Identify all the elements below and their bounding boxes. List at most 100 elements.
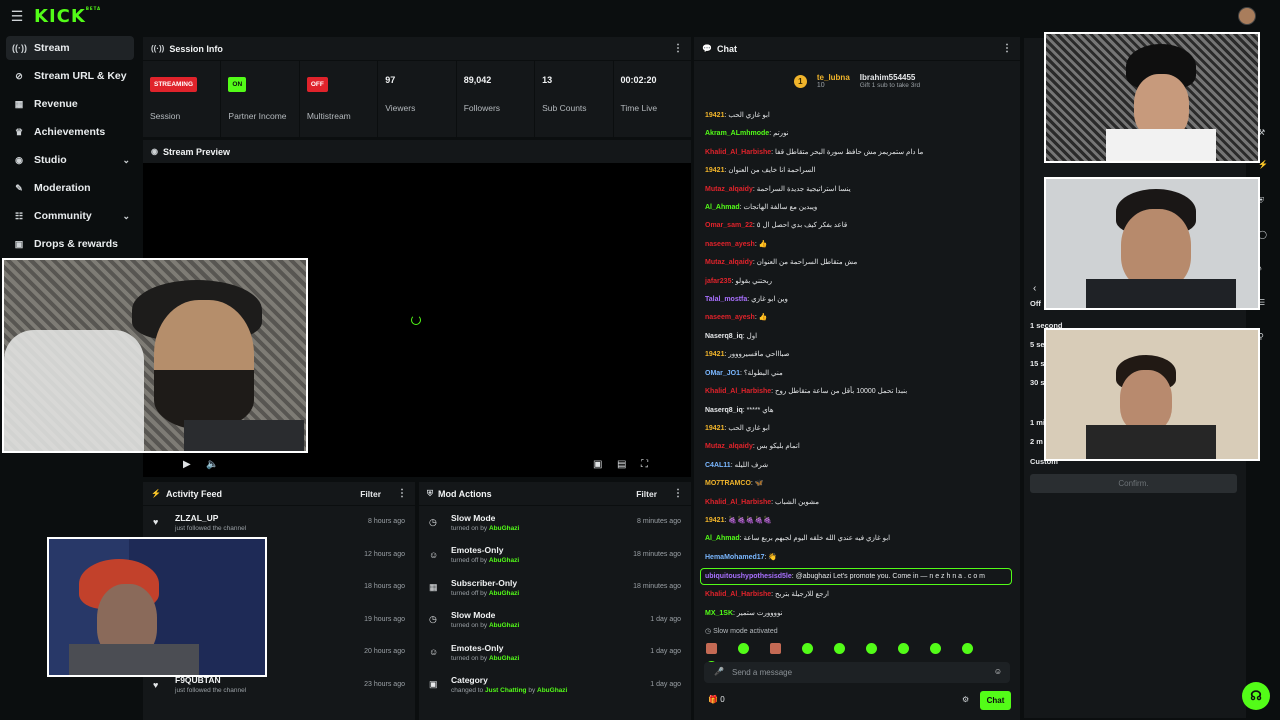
gift-count[interactable]: 🎁 0 [708, 695, 725, 704]
chat-message[interactable]: Naserq8_iq: ***** هاي [694, 402, 1020, 420]
chat-username[interactable]: Al_Ahmad [705, 535, 740, 542]
chat-message[interactable]: Mutaz_alqaidy: ينسا استراتيجية جديدة الس… [694, 181, 1020, 199]
chat-message[interactable]: Mutaz_alqaidy: اتمام بليكو بس [694, 438, 1020, 456]
chat-message[interactable]: ubiquitoushypothesisd5le: @abughazi Let'… [700, 568, 1012, 586]
sidebar-item-stream-url-key[interactable]: ⊘ Stream URL & Key [6, 64, 134, 88]
mic-icon[interactable]: 🎤 [714, 667, 724, 676]
slow-mode-option[interactable]: 5 se [1030, 340, 1045, 349]
chat-username[interactable]: MX_1SK [705, 610, 733, 617]
slow-mode-option[interactable]: 30 s [1030, 378, 1045, 387]
chat-message[interactable]: HemaMohamed17: 👋 [694, 549, 1020, 567]
top-gifter-1[interactable]: te_lubna [817, 73, 850, 82]
chat-username[interactable]: Khalid_Al_Harbishe [705, 149, 771, 156]
sidebar-item-drops-rewards[interactable]: ▣ Drops & rewards [6, 232, 134, 256]
list-item[interactable]: ☺ Emotes-Only turned on by AbuGhazi 1 day a… [419, 636, 691, 669]
chat-message[interactable]: OMar_JO1: مني البطولة؟ [694, 365, 1020, 383]
chat-message[interactable]: jafar235: ربحتني بقولو [694, 273, 1020, 291]
chat-username[interactable]: 19421 [705, 425, 724, 432]
emote-icon[interactable] [770, 643, 781, 654]
emote-icon[interactable] [738, 643, 749, 654]
chat-message[interactable]: C4AL11: شرف الليله [694, 457, 1020, 475]
chevron-down-icon[interactable]: ⌄ [122, 211, 130, 222]
slow-mode-option[interactable]: 2 m [1030, 437, 1043, 446]
pip-icon[interactable]: ▣ [593, 459, 602, 470]
chat-input[interactable]: 🎤 Send a message ☺ [704, 662, 1010, 683]
help-chat-icon[interactable]: ☊ [1242, 682, 1270, 710]
chat-username[interactable]: jafar235 [705, 278, 731, 285]
chat-message[interactable]: Akram_ALmhmode: نورتم [694, 125, 1020, 143]
emote-icon[interactable] [866, 643, 877, 654]
chat-message[interactable]: Al_Ahmad: ابو غازي فيه عندي الله خلقه ال… [694, 530, 1020, 548]
chat-settings-icon[interactable]: ⚙ [962, 695, 969, 704]
chat-message[interactable]: 19421: صباااحي ماقسيرووور [694, 346, 1020, 364]
menu-icon[interactable]: ☰ [0, 8, 34, 25]
theater-icon[interactable]: ▤ [617, 459, 626, 470]
back-arrow-icon[interactable]: ‹ [1033, 283, 1036, 294]
chat-message[interactable]: MX_1SK: نوووورت ستمير [694, 605, 1020, 623]
more-options-icon[interactable]: ⋮ [1002, 43, 1012, 54]
kick-logo[interactable]: KICKBETA [34, 6, 101, 27]
chat-username[interactable]: HemaMohamed17 [705, 554, 765, 561]
chat-username[interactable]: Omar_sam_22 [705, 222, 753, 229]
chat-username[interactable]: C4AL11 [705, 462, 731, 469]
more-options-icon[interactable]: ⋮ [673, 43, 683, 54]
chat-username[interactable]: Mutaz_alqaidy [705, 443, 753, 450]
sidebar-item-revenue[interactable]: ▦ Revenue [6, 92, 134, 116]
emote-icon[interactable] [962, 643, 973, 654]
chat-username[interactable]: Mutaz_alqaidy [705, 186, 753, 193]
list-item[interactable]: ▣ Category changed to Just Chatting by Abu… [419, 669, 691, 702]
chat-message[interactable]: Naserq8_iq: اول [694, 328, 1020, 346]
user-avatar[interactable] [1238, 7, 1256, 25]
slow-mode-option[interactable]: 1 mi [1030, 418, 1045, 427]
chat-username[interactable]: naseem_ayesh [705, 241, 755, 248]
chat-username[interactable]: Naserq8_iq [705, 333, 743, 340]
slow-mode-option[interactable]: 15 s [1030, 359, 1045, 368]
chat-username[interactable]: 19421 [705, 517, 724, 524]
more-options-icon[interactable]: ⋮ [673, 488, 683, 499]
chat-message[interactable]: Mutaz_alqaidy: مش متقاطل السراحمة من الع… [694, 254, 1020, 272]
chat-message[interactable]: Khalid_Al_Harbishe: بنبدا تحمل 10000 بأق… [694, 383, 1020, 401]
chat-username[interactable]: OMar_JO1 [705, 370, 740, 377]
chat-username[interactable]: 19421 [705, 167, 724, 174]
chat-message[interactable]: 19421: السراحمة انا خايف من العنوان [694, 162, 1020, 180]
sidebar-item-moderation[interactable]: ✎ Moderation [6, 176, 134, 200]
chat-username[interactable]: 19421 [705, 112, 724, 119]
chat-message[interactable]: Talal_mostfa: وين ابو غازي [694, 291, 1020, 309]
chat-username[interactable]: Naserq8_iq [705, 407, 743, 414]
more-options-icon[interactable]: ⋮ [397, 488, 407, 499]
chat-message[interactable]: Khalid_Al_Harbishe: ارجع للارجيلة بتربح [694, 586, 1020, 604]
volume-icon[interactable]: 🔈 [206, 459, 218, 470]
top-gifter-2[interactable]: Ibrahim554455 [860, 73, 920, 82]
chat-message[interactable]: 19421: ابو غازي الحب [694, 420, 1020, 438]
chat-message[interactable]: Omar_sam_22: قاعد بفكر كيف بدي احصل ال ٥ [694, 217, 1020, 235]
sidebar-item-stream[interactable]: ((·)) Stream [6, 36, 134, 60]
sidebar-item-studio[interactable]: ◉ Studio ⌄ [6, 148, 134, 172]
chat-message[interactable]: naseem_ayesh: 👍 [694, 309, 1020, 327]
list-item[interactable]: ◷ Slow Mode turned on by AbuGhazi 1 day ago [419, 604, 691, 637]
slow-mode-option[interactable]: Off [1030, 299, 1041, 308]
chat-message[interactable]: Khalid_Al_Harbishe: ما دام ستمريمز مش حا… [694, 144, 1020, 162]
list-item[interactable]: ☺ Emotes-Only turned off by AbuGhazi 18 min… [419, 539, 691, 572]
fullscreen-icon[interactable]: ⛶ [641, 459, 648, 470]
activity-filter-button[interactable]: Filter [360, 489, 381, 499]
chat-message[interactable]: Al_Ahmad: ويبدين مع سالفة الهاتجات [694, 199, 1020, 217]
emote-icon[interactable] [930, 643, 941, 654]
chat-username[interactable]: Akram_ALmhmode [705, 130, 769, 137]
chat-username[interactable]: ubiquitoushypothesisd5le [705, 573, 792, 580]
play-icon[interactable]: ▶ [183, 459, 191, 470]
chat-username[interactable]: MO7TRAMCO [705, 480, 751, 487]
mod-filter-button[interactable]: Filter [636, 489, 657, 499]
chat-message[interactable]: naseem_ayesh: 👍 [694, 236, 1020, 254]
send-chat-button[interactable]: Chat [980, 691, 1011, 710]
sidebar-item-community[interactable]: ☷ Community ⌄ [6, 204, 134, 228]
chat-username[interactable]: Khalid_Al_Harbishe [705, 388, 771, 395]
chat-username[interactable]: Khalid_Al_Harbishe [705, 591, 771, 598]
confirm-button[interactable]: Confirm. [1030, 474, 1237, 493]
chat-message[interactable]: 19421: 🍇🍇🍇🍇🍇 [694, 512, 1020, 530]
emote-icon[interactable] [802, 643, 813, 654]
chevron-down-icon[interactable]: ⌄ [122, 155, 130, 166]
sidebar-item-achievements[interactable]: ♛ Achievements [6, 120, 134, 144]
chat-username[interactable]: Mutaz_alqaidy [705, 259, 753, 266]
chat-username[interactable]: Al_Ahmad [705, 204, 740, 211]
list-item[interactable]: ♥ ZLZAL_UP just followed the channel 8 hour… [143, 506, 415, 539]
